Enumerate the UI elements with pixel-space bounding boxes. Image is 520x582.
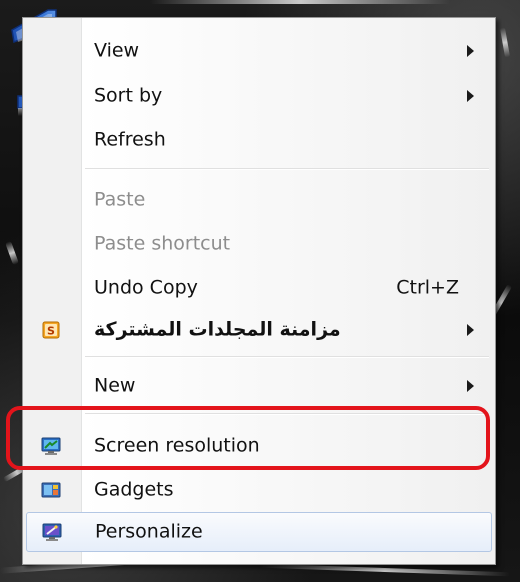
submenu-arrow-icon bbox=[467, 45, 474, 57]
menu-separator bbox=[85, 356, 489, 358]
menu-item-label: Paste bbox=[94, 188, 146, 211]
menu-item-view[interactable]: View bbox=[26, 31, 492, 71]
wallpaper-streak bbox=[260, 563, 510, 577]
menu-item-new[interactable]: New bbox=[26, 366, 492, 406]
menu-item-label: مزامنة المجلدات المشتركة bbox=[94, 318, 341, 341]
submenu-arrow-icon bbox=[467, 380, 474, 392]
personalize-icon bbox=[42, 523, 62, 541]
menu-item-gadgets[interactable]: Gadgets bbox=[26, 470, 492, 510]
menu-item-paste-shortcut[interactable]: Paste shortcut bbox=[26, 224, 492, 264]
step-number-text: 1 bbox=[4, 4, 14, 8]
menu-item-label: New bbox=[94, 374, 136, 397]
annotation-highlight-box bbox=[6, 406, 490, 470]
sync-shared-folders-icon: S bbox=[42, 321, 60, 339]
menu-item-label: View bbox=[94, 39, 140, 62]
menu-item-label: Undo Copy bbox=[94, 276, 198, 299]
menu-item-label: Paste shortcut bbox=[94, 232, 231, 255]
menu-item-personalize[interactable]: Personalize bbox=[26, 512, 492, 552]
menu-item-undo-copy[interactable]: Undo Copy Ctrl+Z bbox=[26, 268, 492, 308]
wallpaper-streak bbox=[499, 27, 511, 58]
svg-text:S: S bbox=[47, 325, 55, 338]
submenu-arrow-icon bbox=[467, 324, 474, 336]
wallpaper-streak bbox=[150, 0, 450, 4]
menu-item-label: Refresh bbox=[94, 128, 166, 151]
menu-item-label: Personalize bbox=[95, 520, 203, 543]
keyboard-shortcut: Ctrl+Z bbox=[396, 276, 459, 299]
menu-separator bbox=[85, 168, 489, 170]
menu-item-sort-by[interactable]: Sort by bbox=[26, 76, 492, 116]
menu-item-paste[interactable]: Paste bbox=[26, 180, 492, 220]
menu-item-refresh[interactable]: Refresh bbox=[26, 120, 492, 160]
submenu-arrow-icon bbox=[467, 90, 474, 102]
menu-item-label: Gadgets bbox=[94, 478, 174, 501]
menu-item-sync-shared-folders[interactable]: S مزامنة المجلدات المشتركة bbox=[26, 310, 492, 350]
menu-item-label: Sort by bbox=[94, 84, 163, 107]
desktop-context-menu: View Sort by Refresh Paste Paste shortcu… bbox=[22, 17, 496, 565]
wallpaper-streak bbox=[5, 240, 19, 266]
gadgets-icon bbox=[41, 482, 61, 498]
